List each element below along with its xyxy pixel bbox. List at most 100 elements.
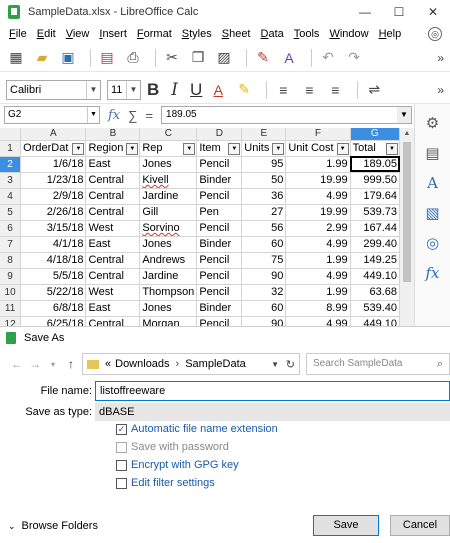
chevron-down-icon[interactable]: ▼ [87, 107, 99, 123]
cell-rep[interactable]: Jardine [139, 268, 198, 285]
cell-units[interactable]: 60 [241, 300, 287, 317]
cell-orderdate[interactable]: 4/1/18 [20, 236, 87, 253]
scrollbar-thumb[interactable] [403, 142, 411, 282]
cell-rep[interactable]: Jones [139, 156, 198, 173]
cell-item[interactable]: Pencil [196, 220, 243, 237]
cell-orderdate[interactable]: 1/6/18 [20, 156, 87, 173]
highlight-color-icon[interactable]: ✎ [234, 80, 254, 100]
cell-item[interactable]: Pencil [196, 284, 243, 301]
chevron-down-icon[interactable]: ▼ [86, 80, 100, 99]
checkbox-checked[interactable]: ✓ [116, 424, 127, 435]
autofilter-dropdown-icon[interactable]: ▼ [272, 142, 285, 155]
row-header[interactable]: 3 [0, 172, 22, 189]
checkbox[interactable] [116, 460, 127, 471]
cell-region[interactable]: Central [85, 204, 141, 221]
cell-units[interactable]: 75 [241, 252, 287, 269]
refresh-icon[interactable]: ↻ [286, 358, 295, 371]
row-header[interactable]: 1 [0, 140, 22, 157]
cell-units[interactable]: 27 [241, 204, 287, 221]
underline-button[interactable]: U [190, 80, 202, 100]
sum-icon[interactable]: ∑ [128, 108, 137, 123]
header-cell-total[interactable]: Total ▼ [350, 140, 400, 157]
row-header[interactable]: 10 [0, 284, 22, 301]
clear-formatting-icon[interactable]: A [279, 48, 299, 68]
row-header[interactable]: 9 [0, 268, 22, 285]
clone-formatting-icon[interactable]: ✎ [253, 48, 273, 68]
path-overflow[interactable]: « [105, 358, 111, 370]
cell-orderdate[interactable]: 2/9/18 [20, 188, 87, 205]
row-header[interactable]: 12 [0, 316, 22, 326]
cell-region[interactable]: East [85, 156, 141, 173]
header-cell-region[interactable]: Region ▼ [85, 140, 141, 157]
cell-total[interactable]: 63.68 [350, 284, 400, 301]
cell-orderdate[interactable]: 1/23/18 [20, 172, 87, 189]
cell-rep[interactable]: Kivell [139, 172, 198, 189]
chevron-down-icon[interactable]: ▼ [126, 80, 140, 99]
copy-icon[interactable]: ❐ [188, 48, 208, 68]
bold-button[interactable]: B [147, 80, 159, 100]
cell-rep[interactable]: Gill [139, 204, 198, 221]
cell-region[interactable]: East [85, 300, 141, 317]
header-cell-item[interactable]: Item ▼ [196, 140, 243, 157]
cell-units[interactable]: 90 [241, 268, 287, 285]
option-edit-filter-settings[interactable]: Edit filter settings [116, 477, 336, 489]
styles-icon[interactable]: ▤ [422, 142, 444, 164]
paste-icon[interactable]: ▨ [214, 48, 234, 68]
close-button[interactable]: ✕ [416, 0, 450, 24]
cell-orderdate[interactable]: 4/18/18 [20, 252, 87, 269]
cell-orderdate[interactable]: 5/22/18 [20, 284, 87, 301]
cell-unit-cost[interactable]: 1.99 [285, 284, 351, 301]
cell-region[interactable]: Central [85, 172, 141, 189]
cell-unit-cost[interactable]: 19.99 [285, 204, 351, 221]
name-box[interactable]: G2 ▼ [4, 106, 100, 124]
cell-total[interactable]: 449.10 [350, 268, 400, 285]
save-type-select[interactable]: dBASE [95, 403, 450, 421]
undo-icon[interactable]: ↶ [318, 48, 338, 68]
print-icon[interactable]: ⎙ [123, 48, 143, 68]
cell-unit-cost[interactable]: 8.99 [285, 300, 351, 317]
row-header[interactable]: 2 [0, 156, 22, 173]
menu-window[interactable]: Window [324, 24, 373, 44]
option-auto-extension[interactable]: ✓ Automatic file name extension [116, 423, 336, 435]
cell-region[interactable]: East [85, 236, 141, 253]
cell-rep[interactable]: Morgan [139, 316, 198, 326]
cell-item[interactable]: Pencil [196, 156, 243, 173]
search-input[interactable]: Search SampleData ⌕ [306, 353, 450, 375]
properties-icon[interactable]: ⚙ [422, 112, 444, 134]
save-icon[interactable]: ▣ [58, 48, 78, 68]
cell-item[interactable]: Pencil [196, 252, 243, 269]
up-icon[interactable]: ↑ [62, 357, 80, 371]
cell-rep[interactable]: Jones [139, 300, 198, 317]
cell-total[interactable]: 539.73 [350, 204, 400, 221]
expand-formula-icon[interactable]: ▼ [397, 107, 411, 123]
row-header[interactable]: 5 [0, 204, 22, 221]
cell-item[interactable]: Pencil [196, 188, 243, 205]
menu-view[interactable]: View [61, 24, 95, 44]
cell-unit-cost[interactable]: 4.99 [285, 268, 351, 285]
cell-orderdate[interactable]: 2/26/18 [20, 204, 87, 221]
menu-insert[interactable]: Insert [94, 24, 132, 44]
cell-region[interactable]: Central [85, 316, 141, 326]
breadcrumb-sampledata[interactable]: SampleData [185, 358, 246, 370]
cell-unit-cost[interactable]: 19.99 [285, 172, 351, 189]
autofilter-dropdown-icon[interactable]: ▼ [336, 142, 349, 155]
cell-units[interactable]: 32 [241, 284, 287, 301]
cell-region[interactable]: Central [85, 252, 141, 269]
wrap-text-icon[interactable]: ⇌ [364, 80, 384, 100]
cell-orderdate[interactable]: 6/8/18 [20, 300, 87, 317]
cell-item[interactable]: Pencil [196, 268, 243, 285]
breadcrumb-downloads[interactable]: Downloads [115, 358, 169, 370]
menu-help[interactable]: Help [374, 24, 407, 44]
cell-rep[interactable]: Sorvino [139, 220, 198, 237]
cell-region[interactable]: West [85, 220, 141, 237]
cell-units[interactable]: 90 [241, 316, 287, 326]
recent-locations-icon[interactable]: ▾ [44, 360, 62, 369]
cell-region[interactable]: Central [85, 188, 141, 205]
column-header-a[interactable]: A [20, 128, 87, 141]
column-header-g[interactable]: G [350, 128, 400, 141]
cell-unit-cost[interactable]: 1.99 [285, 252, 351, 269]
cell-total[interactable]: 189.05 [350, 156, 400, 173]
cell-total[interactable]: 299.40 [350, 236, 400, 253]
align-center-icon[interactable]: ≡ [299, 80, 319, 100]
formula-input[interactable]: 189.05 ▼ [161, 106, 412, 124]
